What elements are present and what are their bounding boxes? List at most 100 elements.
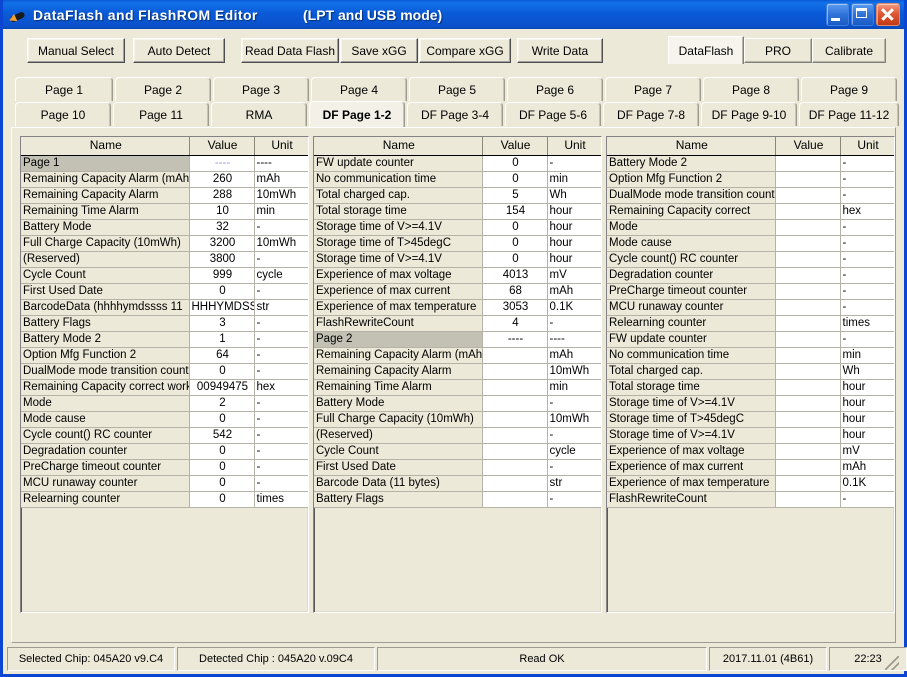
cell-name[interactable]: First Used Date [21, 283, 190, 300]
cell-value[interactable] [775, 411, 841, 428]
cell-value[interactable] [482, 427, 548, 444]
cell-name[interactable]: Relearning counter [607, 315, 776, 332]
table-row[interactable]: Total charged cap. 5 Wh [314, 187, 601, 204]
cell-value[interactable]: 260 [189, 171, 255, 188]
cell-value[interactable] [775, 235, 841, 252]
table-row[interactable]: Total charged cap. Wh [607, 363, 894, 380]
cell-name[interactable]: Barcode Data (11 bytes) [314, 475, 483, 492]
page-tab-df-page-1-2[interactable]: DF Page 1-2 [309, 101, 405, 127]
column-header-name[interactable]: Name [21, 137, 190, 156]
table-row[interactable]: No communication time min [607, 347, 894, 364]
cell-value[interactable] [775, 475, 841, 492]
cell-name[interactable]: Total storage time [314, 203, 483, 220]
page-tab-df-page-9-10[interactable]: DF Page 9-10 [701, 102, 797, 126]
cell-name[interactable]: Remaining Capacity correct [607, 203, 776, 220]
cell-value[interactable] [775, 299, 841, 316]
cell-name[interactable]: Experience of max current [314, 283, 483, 300]
table-row[interactable]: Mode cause - [607, 235, 894, 252]
table-row[interactable]: Remaining Time Alarm 10 min [21, 203, 308, 220]
cell-name[interactable]: PreCharge timeout counter [607, 283, 776, 300]
table-row[interactable]: BarcodeData (hhhhymdssss 11HHHYMDSSSstr [21, 299, 308, 316]
table-row[interactable]: Remaining Capacity Alarm 288 10mWh [21, 187, 308, 204]
cell-name[interactable]: FlashRewriteCount [607, 491, 776, 508]
table-row[interactable]: Mode - [607, 219, 894, 236]
table-row[interactable]: No communication time 0 min [314, 171, 601, 188]
table-row[interactable]: Storage time of T>45degC 0 hour [314, 235, 601, 252]
page-tab-page-11[interactable]: Page 11 [113, 102, 209, 126]
table-row[interactable]: Experience of max current mAh [607, 459, 894, 476]
cell-name[interactable]: Mode [21, 395, 190, 412]
cell-name[interactable]: Degradation counter [21, 443, 190, 460]
cell-value[interactable]: 0 [482, 219, 548, 236]
table-row[interactable]: DualMode mode transition count - [607, 187, 894, 204]
cell-value[interactable]: 1 [189, 331, 255, 348]
page-tab-rma[interactable]: RMA [211, 102, 307, 126]
toolbar-button-compare-xgg[interactable]: Compare xGG [419, 38, 511, 63]
table-row[interactable]: Battery Mode 32- [21, 219, 308, 236]
cell-value[interactable] [482, 443, 548, 460]
cell-name[interactable]: Full Charge Capacity (10mWh) [21, 235, 190, 252]
cell-name[interactable]: Battery Mode 2 [21, 331, 190, 348]
cell-value[interactable] [775, 379, 841, 396]
cell-value[interactable] [775, 155, 841, 172]
cell-value[interactable] [775, 187, 841, 204]
table-row[interactable]: Option Mfg Function 2 - [607, 171, 894, 188]
cell-value[interactable] [775, 267, 841, 284]
cell-name[interactable]: Mode cause [21, 411, 190, 428]
cell-value[interactable] [775, 347, 841, 364]
cell-value[interactable] [775, 171, 841, 188]
cell-name[interactable]: Remaining Capacity Alarm [314, 363, 483, 380]
cell-name[interactable]: Experience of max current [607, 459, 776, 476]
table-row[interactable]: Battery Mode 2 - [607, 155, 894, 172]
cell-name[interactable]: Remaining Time Alarm [314, 379, 483, 396]
cell-name[interactable]: Storage time of T>45degC [607, 411, 776, 428]
cell-name[interactable]: DualMode mode transition count [21, 363, 190, 380]
cell-value[interactable] [482, 411, 548, 428]
cell-value[interactable]: ---- [482, 331, 548, 348]
cell-value[interactable]: 0 [189, 411, 255, 428]
cell-name[interactable]: MCU runaway counter [607, 299, 776, 316]
column-header-unit[interactable]: Unit [547, 137, 601, 156]
resize-grip-icon[interactable] [885, 656, 899, 670]
table-row[interactable]: FlashRewriteCount 4- [314, 315, 601, 332]
cell-value[interactable]: 0 [482, 235, 548, 252]
table-row[interactable]: MCU runaway counter 0- [21, 475, 308, 492]
cell-value[interactable] [775, 363, 841, 380]
page-tab-df-page-3-4[interactable]: DF Page 3-4 [407, 102, 503, 126]
cell-name[interactable]: First Used Date [314, 459, 483, 476]
page-tab-page-7[interactable]: Page 7 [605, 77, 701, 101]
page-tab-page-3[interactable]: Page 3 [213, 77, 309, 101]
table-row[interactable]: Page 1 ---- ---- [21, 155, 308, 172]
table-row[interactable]: Experience of max voltage 4013 mV [314, 267, 601, 284]
cell-name[interactable]: FW update counter [607, 331, 776, 348]
column-header-name[interactable]: Name [607, 137, 776, 156]
cell-value[interactable]: 3800 [189, 251, 255, 268]
cell-name[interactable]: Page 1 [21, 155, 190, 172]
table-row[interactable]: Total storage time hour [607, 379, 894, 396]
table-row[interactable]: Storage time of V>=4.1V hour [607, 427, 894, 444]
cell-value[interactable]: 3 [189, 315, 255, 332]
cell-name[interactable]: No communication time [607, 347, 776, 364]
mode-tab-calibrate[interactable]: Calibrate [812, 38, 886, 63]
cell-value[interactable]: 0 [189, 283, 255, 300]
cell-value[interactable] [482, 459, 548, 476]
table-row[interactable]: Cycle Count 999 cycle [21, 267, 308, 284]
cell-name[interactable]: Storage time of V>=4.1V [314, 251, 483, 268]
table-row[interactable]: PreCharge timeout counter - [607, 283, 894, 300]
column-header-name[interactable]: Name [314, 137, 483, 156]
cell-value[interactable]: 154 [482, 203, 548, 220]
cell-name[interactable]: Mode [607, 219, 776, 236]
cell-value[interactable] [482, 379, 548, 396]
table-row[interactable]: Option Mfg Function 2 64- [21, 347, 308, 364]
cell-value[interactable]: 0 [189, 475, 255, 492]
cell-name[interactable]: Cycle count() RC counter [607, 251, 776, 268]
table-row[interactable]: FW update counter 0- [314, 155, 601, 172]
cell-name[interactable]: (Reserved) [21, 251, 190, 268]
grid-left[interactable]: Name Value Unit Page 1 ---- ---- Remaining Cap… [20, 136, 309, 613]
close-button[interactable] [876, 3, 900, 26]
toolbar-button-manual-select[interactable]: Manual Select [27, 38, 125, 63]
column-header-value[interactable]: Value [189, 137, 255, 156]
cell-name[interactable]: Battery Mode 2 [607, 155, 776, 172]
cell-value[interactable]: 2 [189, 395, 255, 412]
cell-value[interactable]: 4013 [482, 267, 548, 284]
